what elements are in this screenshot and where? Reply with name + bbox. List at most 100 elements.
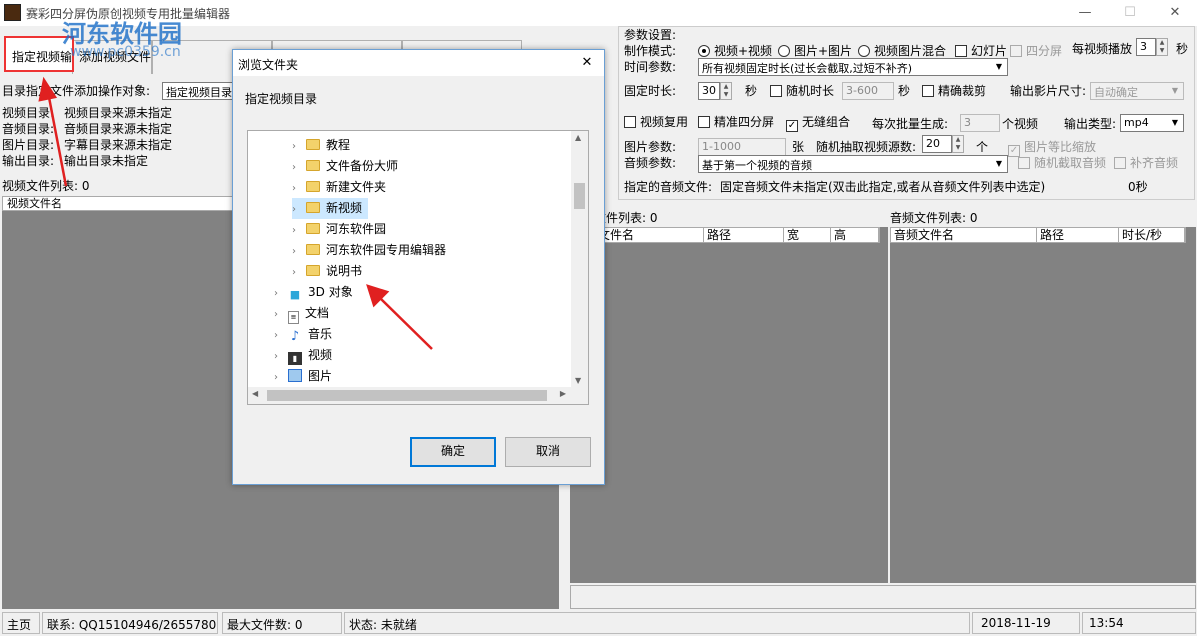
audio-file-list[interactable]: 音频文件名 路径 时长/秒 [890,227,1196,583]
audio-select[interactable]: 基于第一个视频的音频 ▼ [698,155,1008,173]
folder-icon [306,160,320,171]
cancel-button[interactable]: 取消 [505,437,591,467]
output-dir-value: 输出目录未指定 [64,154,149,168]
chevron-right-icon[interactable]: › [292,157,306,178]
image-dir-key: 图片目录: [2,138,55,152]
image-count-unit: 张 [792,140,805,154]
dialog-close-button[interactable]: ✕ [573,52,601,74]
chevron-right-icon[interactable]: › [292,136,306,157]
chevron-right-icon[interactable]: › [274,346,288,367]
tree-item-label: 新建文件夹 [326,180,387,194]
target-select[interactable]: 指定视频目录 [162,82,237,100]
cube-icon: ■ [289,288,301,301]
image-file-list[interactable]: 图片文件名 路径 宽 高 [570,227,888,583]
video-dir-value: 视频目录来源未指定 [64,106,173,120]
tree-vertical-scrollbar[interactable]: ▲ ▼ [571,131,588,387]
tree-item[interactable]: › 图片 [274,366,332,387]
params-section-title: 参数设置: [624,28,677,42]
chevron-right-icon[interactable]: › [292,241,306,262]
folder-icon [306,181,320,192]
tree-item[interactable]: › 河东软件园 [292,219,386,240]
audio-seconds: 0秒 [1128,180,1148,194]
fixed-duration-input[interactable]: 30 [698,82,720,100]
out-size-select[interactable]: 自动确定 ▼ [1090,82,1184,100]
image-count-input[interactable]: 1-1000 [698,138,786,156]
random-audio-checkbox[interactable]: 随机截取音频 [1018,154,1106,171]
tree-horizontal-scrollbar[interactable]: ◀ ▶ [248,387,588,404]
per-video-input[interactable]: 3 [1136,38,1156,56]
minimize-button[interactable]: — [1065,2,1105,24]
random-duration-checkbox[interactable]: 随机时长 [770,82,834,99]
tree-item[interactable]: › ▮ 视频 [274,345,332,366]
maximize-button[interactable]: ☐ [1110,2,1150,24]
document-icon: ≡ [288,311,299,324]
pad-audio-checkbox[interactable]: 补齐音频 [1114,154,1178,171]
folder-tree[interactable]: › 教程 › 文件备份大师 › 新建文件夹 › 新视频 › 河东软件园 › 河东软件园专用编辑器 › 说明… [247,130,589,405]
scroll-left-icon[interactable]: ◀ [252,389,258,398]
folder-icon [306,244,320,255]
tree-item[interactable]: › 文件备份大师 [292,156,398,177]
tree-item[interactable]: › 新建文件夹 [292,177,386,198]
chevron-right-icon[interactable]: › [292,199,306,220]
chevron-right-icon[interactable]: › [274,304,288,325]
time-label: 时间参数: [624,60,677,74]
scroll-thumb[interactable] [574,183,585,209]
per-video-label: 每视频播放 [1072,42,1133,56]
fixed-duration-spinner[interactable]: ▲ ▼ [720,82,732,100]
col-image-path[interactable]: 路径 [704,228,784,243]
chevron-right-icon[interactable]: › [274,367,288,388]
per-video-spinner[interactable]: ▲ ▼ [1156,38,1168,56]
random-source-spinner[interactable]: ▲ ▼ [952,135,964,153]
random-range-input[interactable]: 3-600 [842,82,894,100]
mode-video-video-radio[interactable]: 视频+视频 [698,42,772,59]
quad-checkbox[interactable]: 四分屏 [1010,42,1062,59]
out-type-select[interactable]: mp4 ▼ [1120,114,1184,132]
ok-button[interactable]: 确定 [410,437,496,467]
dialog-titlebar: 浏览文件夹 [233,50,604,76]
col-audio-duration[interactable]: 时长/秒 [1119,228,1185,243]
col-audio-path[interactable]: 路径 [1037,228,1119,243]
random-source-input[interactable]: 20 [922,135,952,153]
mode-mixed-radio[interactable]: 视频图片混合 [858,42,946,59]
scroll-up-icon[interactable]: ▲ [575,133,581,142]
precise-crop-checkbox[interactable]: 精确裁剪 [922,82,986,99]
chevron-right-icon[interactable]: › [274,283,288,304]
video-icon: ▮ [288,352,302,365]
col-image-height[interactable]: 高 [831,228,879,243]
precise-quad-checkbox[interactable]: 精准四分屏 [698,113,774,130]
slideshow-checkbox[interactable]: 幻灯片 [955,42,1007,59]
close-button[interactable]: ✕ [1155,2,1195,24]
chevron-right-icon[interactable]: › [292,178,306,199]
video-reuse-checkbox[interactable]: 视频复用 [624,113,688,130]
scroll-right-icon[interactable]: ▶ [560,389,566,398]
app-icon [4,4,21,21]
image-param-label: 图片参数: [624,140,677,154]
mode-label: 制作模式: [624,44,677,58]
chevron-right-icon[interactable]: › [292,262,306,283]
time-select[interactable]: 所有视频固定时长(过长会截取,过短不补齐) ▼ [698,58,1008,76]
tree-item[interactable]: › ♪ 音乐 [274,324,332,345]
scroll-down-icon[interactable]: ▼ [575,376,581,385]
col-audio-name[interactable]: 音频文件名 [891,228,1037,243]
audio-file-label: 指定的音频文件: [624,180,713,194]
tree-item-label: 说明书 [326,264,363,278]
chevron-right-icon[interactable]: › [292,220,306,241]
col-image-width[interactable]: 宽 [784,228,831,243]
audio-file-value[interactable]: 固定音频文件未指定(双击此指定,或者从音频文件列表中选定) [720,178,1045,195]
status-home[interactable]: 主页 [2,612,40,634]
seamless-checkbox[interactable]: ✓ 无缝组合 [786,113,850,132]
mode-image-image-radio[interactable]: 图片+图片 [778,42,852,59]
tree-item[interactable]: › ■ 3D 对象 [274,282,353,303]
hscroll-thumb[interactable] [267,390,547,401]
tree-item[interactable]: › ≡ 文档 [274,303,329,324]
tree-item[interactable]: › 新视频 [292,198,369,220]
fixed-label: 固定时长: [624,84,677,98]
tree-item-label: 新视频 [326,201,363,215]
batch-input[interactable]: 3 [960,114,1000,132]
tree-item[interactable]: › 说明书 [292,261,362,282]
tree-item[interactable]: › 河东软件园专用编辑器 [292,240,446,261]
browse-folder-dialog: 浏览文件夹 ✕ 指定视频目录 › 教程 › 文件备份大师 › 新建文件夹 › 新视频 › 河东软件… [232,49,605,485]
tree-item[interactable]: › 教程 [292,135,350,156]
chevron-right-icon[interactable]: › [274,325,288,346]
video-list-title: 视频文件列表: 0 [2,179,90,193]
